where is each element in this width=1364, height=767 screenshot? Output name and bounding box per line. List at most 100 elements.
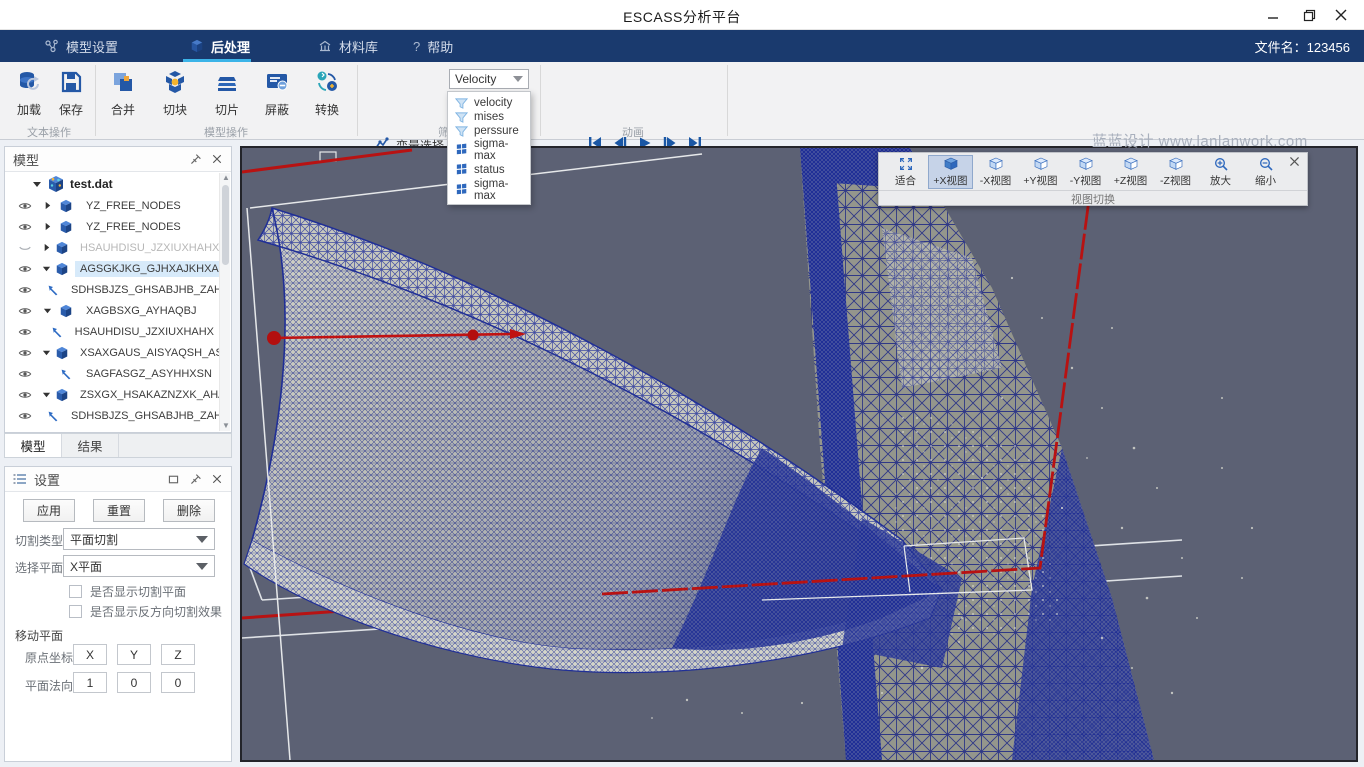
cut-block-label: 切块 (163, 101, 187, 118)
pin-icon[interactable] (189, 473, 202, 486)
view-button-+X[interactable]: +X视图 (928, 155, 973, 189)
origin-y-input[interactable] (117, 644, 151, 665)
dropdown-option[interactable]: mises (448, 110, 530, 124)
tree-root-item[interactable]: test.dat (5, 173, 219, 195)
normal-x-input[interactable] (73, 672, 107, 693)
tree-row[interactable]: XAGBSXG_AYHAQBJ (5, 300, 219, 321)
tree-row[interactable]: XSAXGAUS_AISYAQSH_ASHX (5, 342, 219, 363)
dropdown-option[interactable]: sigma-max (448, 181, 530, 198)
eye-visible-icon[interactable] (18, 367, 33, 381)
eye-visible-icon[interactable] (18, 304, 33, 318)
toolbar-separator (727, 65, 728, 136)
result-item-icon (50, 325, 64, 339)
normal-y-input[interactable] (117, 672, 151, 693)
save-button[interactable]: 保存 (48, 68, 94, 118)
tree-row[interactable]: YZ_FREE_NODES (5, 216, 219, 237)
group-label-model-ops: 模型操作 (204, 124, 248, 140)
tree-row[interactable]: HSAUHDISU_JZXIUXHAHX (5, 321, 219, 342)
menu-item-material-lib[interactable]: 材料库 (318, 30, 378, 62)
origin-x-input[interactable] (73, 644, 107, 665)
dropdown-option[interactable]: perssure (448, 124, 530, 138)
load-button[interactable]: 加载 (6, 68, 52, 118)
eye-visible-icon[interactable] (18, 388, 32, 402)
reverse-cut-checkbox[interactable] (69, 605, 82, 618)
view-button--Z[interactable]: -Z视图 (1153, 155, 1198, 189)
tree-row[interactable]: SDHSBJZS_GHSABJHB_ZAHU (5, 405, 219, 426)
origin-label: 原点坐标 (25, 649, 73, 666)
show-cut-plane-checkbox[interactable] (69, 585, 82, 598)
convert-button[interactable]: 转换 (304, 68, 350, 118)
tree-row[interactable]: ZSXGX_HSAKAZNZXK_AHASX (5, 384, 219, 405)
tree-scrollbar[interactable]: ▲ ▼ (219, 173, 230, 431)
scroll-up-icon[interactable]: ▲ (222, 174, 229, 182)
delete-button[interactable]: 删除 (163, 499, 215, 522)
caret-down-icon[interactable] (42, 264, 51, 273)
maximize-icon[interactable] (167, 473, 180, 486)
menu-item-help[interactable]: ? 帮助 (413, 30, 453, 62)
tree-row[interactable]: AGSGKJKG_GJHXAJKHXA (5, 258, 219, 279)
mask-button[interactable]: 屏蔽 (254, 68, 300, 118)
tree-row[interactable]: SAGFASGZ_ASYHHXSN (5, 363, 219, 384)
tree-row[interactable]: YZ_FREE_NODES (5, 195, 219, 216)
tab-model[interactable]: 模型 (5, 434, 62, 457)
dropdown-option[interactable]: velocity (448, 96, 530, 110)
eye-visible-icon[interactable] (18, 220, 33, 234)
pin-icon[interactable] (189, 153, 202, 166)
model-panel-title: 模型 (13, 150, 39, 169)
plane-select[interactable]: X平面 (63, 555, 215, 577)
apply-button[interactable]: 应用 (23, 499, 75, 522)
caret-right-icon[interactable] (43, 222, 55, 231)
menu-item-model-settings[interactable]: 模型设置 (45, 30, 118, 62)
menu-item-postprocess[interactable]: 后处理 (190, 30, 250, 62)
origin-z-input[interactable] (161, 644, 195, 665)
view-toolbar-close-button[interactable] (1288, 155, 1301, 171)
view-button-+Z[interactable]: +Z视图 (1108, 155, 1153, 189)
view-button-[interactable]: 缩小 (1243, 155, 1288, 189)
tab-label: 模型 (20, 436, 45, 455)
cut-type-select[interactable]: 平面切割 (63, 528, 215, 550)
tree-row-label: XSAXGAUS_AISYAQSH_ASHX (75, 345, 219, 361)
view-button-[interactable]: 放大 (1198, 155, 1243, 189)
eye-visible-icon[interactable] (18, 283, 32, 297)
view-button-label: -X视图 (980, 173, 1012, 188)
caret-down-icon[interactable] (32, 179, 42, 189)
slice-button[interactable]: 切片 (204, 68, 250, 118)
tab-results[interactable]: 结果 (62, 434, 119, 457)
eye-visible-icon[interactable] (18, 199, 33, 213)
scrollbar-thumb[interactable] (222, 185, 229, 265)
restore-button[interactable] (1298, 6, 1320, 24)
cut-block-button[interactable]: 切块 (152, 68, 198, 118)
dropdown-option[interactable]: sigma-max (448, 141, 530, 158)
scroll-down-icon[interactable]: ▼ (222, 422, 229, 430)
close-icon[interactable] (211, 153, 223, 165)
eye-visible-icon[interactable] (18, 346, 32, 360)
view-button-+Y[interactable]: +Y视图 (1018, 155, 1063, 189)
minimize-button[interactable] (1262, 6, 1284, 24)
close-icon[interactable] (211, 473, 223, 485)
reset-button[interactable]: 重置 (93, 499, 145, 522)
close-button[interactable] (1330, 6, 1352, 24)
merge-button[interactable]: 合并 (100, 68, 146, 118)
normal-z-input[interactable] (161, 672, 195, 693)
apply-label: 应用 (37, 502, 61, 519)
viewport-3d[interactable]: 适合+X视图-X视图+Y视图-Y视图+Z视图-Z视图放大缩小 视图切换 (240, 146, 1358, 762)
close-icon (1335, 9, 1347, 21)
caret-down-icon[interactable] (42, 390, 51, 399)
postprocess-icon (190, 39, 204, 53)
caret-right-icon[interactable] (42, 243, 51, 252)
view-button--Y[interactable]: -Y视图 (1063, 155, 1108, 189)
caret-down-icon[interactable] (42, 348, 51, 357)
view-button-label: -Z视图 (1160, 173, 1191, 188)
caret-down-icon[interactable] (43, 306, 55, 315)
variable-dropdown-select[interactable]: Velocity (449, 69, 529, 89)
tree-row[interactable]: HSAUHDISU_JZXIUXHAHX (5, 237, 219, 258)
tree-row[interactable]: SDHSBJZS_GHSABJHB_ZAHU (5, 279, 219, 300)
dropdown-option[interactable]: status (448, 161, 530, 178)
eye-visible-icon[interactable] (18, 262, 32, 276)
eye-visible-icon[interactable] (18, 409, 32, 423)
view-button--X[interactable]: -X视图 (973, 155, 1018, 189)
eye-visible-icon[interactable] (18, 325, 32, 339)
caret-right-icon[interactable] (43, 201, 55, 210)
view-button-[interactable]: 适合 (883, 155, 928, 189)
eye-hidden-icon[interactable] (18, 241, 32, 255)
